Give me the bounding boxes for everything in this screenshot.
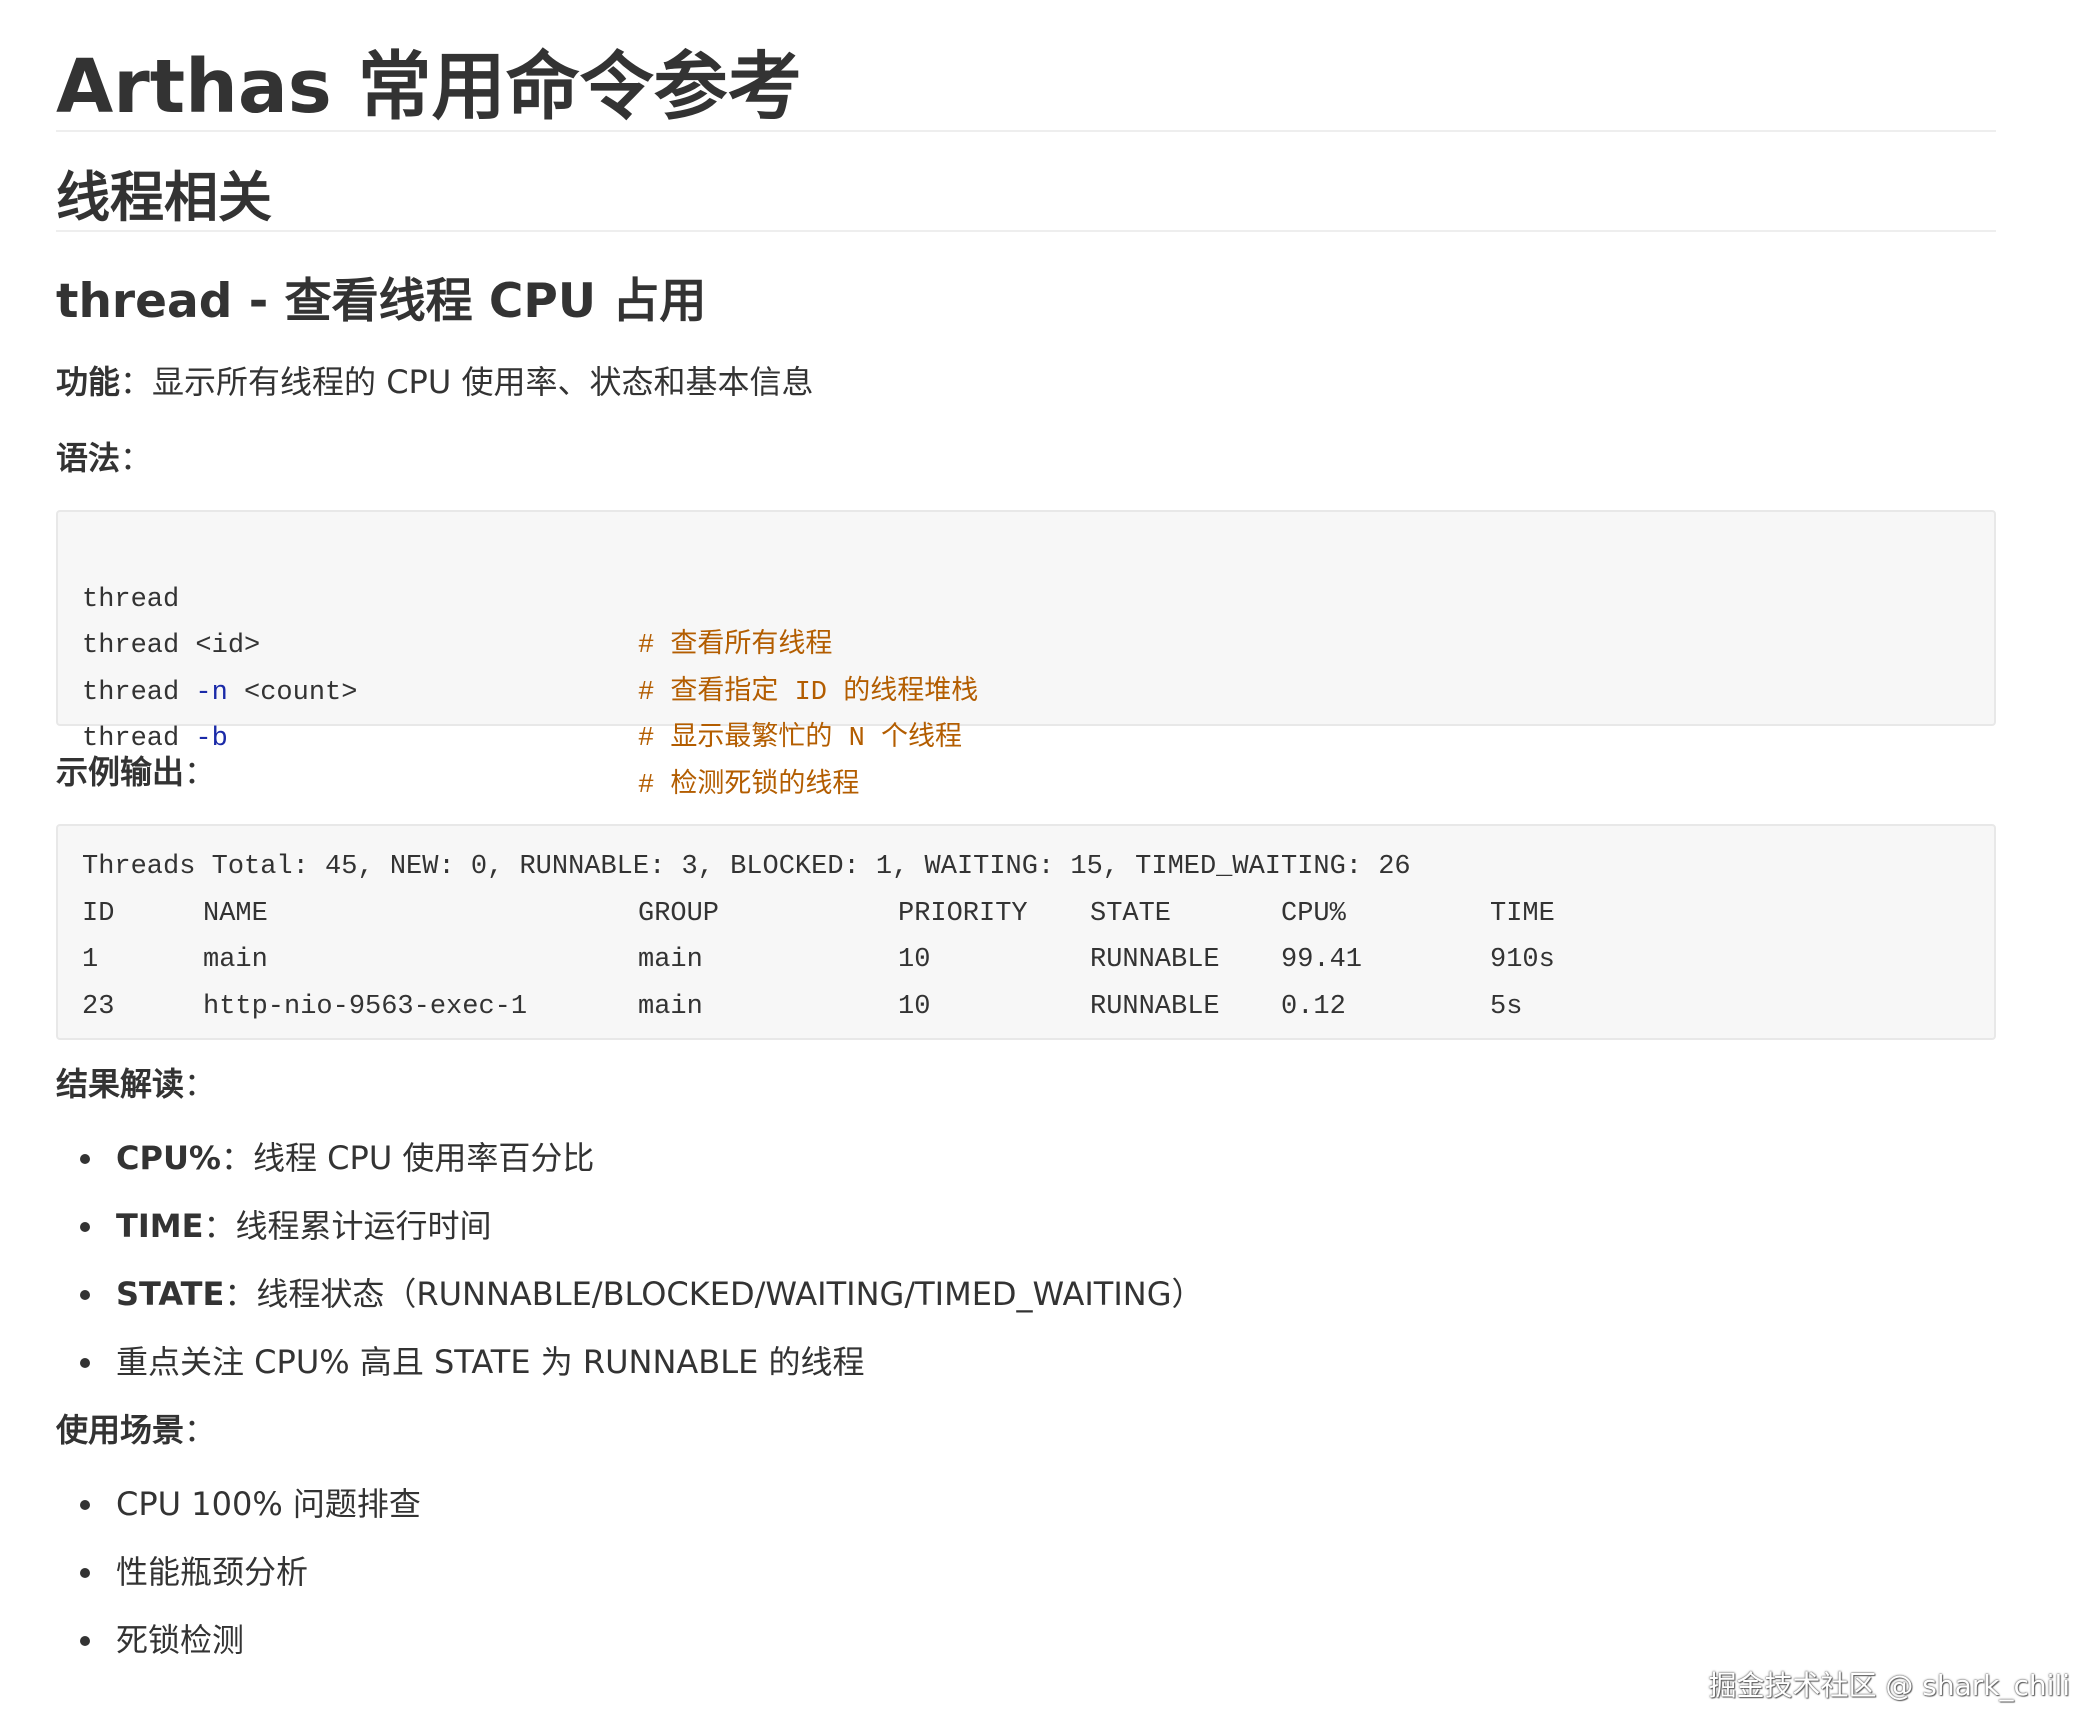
column-header: TIME <box>1490 898 1555 929</box>
output-cell: main <box>638 945 703 975</box>
output-cell: main <box>638 991 703 1022</box>
example-output-block: Threads Total: 45, NEW: 0, RUNNABLE: 3, … <box>56 824 1996 1040</box>
usage-sep: ： <box>184 1411 217 1449</box>
list-item: 重点关注 CPU% 高且 STATE 为 RUNNABLE 的线程 <box>56 1340 1996 1408</box>
code-line: thread <id> # 查看指定 ID 的线程堆栈 <box>82 577 1970 708</box>
bullet-icon <box>80 1568 90 1578</box>
column-header: GROUP <box>638 898 720 929</box>
output-cell: RUNNABLE <box>1090 945 1220 975</box>
code-comment: # 检测死锁的线程 <box>638 770 860 801</box>
syntax-paragraph: 语法： <box>56 436 1996 480</box>
output-cell: 99.41 <box>1281 945 1363 975</box>
output-row: 23 http-nio-9563-exec-1 main 10 RUNNABLE… <box>82 984 1970 1031</box>
code-line: thread -b # 检测死锁的线程 <box>82 670 1970 801</box>
feature-sep: ： <box>120 363 153 401</box>
code-line: thread -n <count> # 显示最繁忙的 N 个线程 <box>82 623 1970 755</box>
output-cell: main <box>203 945 268 975</box>
column-header: ID <box>82 898 115 929</box>
list-item: TIME：线程累计运行时间 <box>56 1204 1996 1272</box>
code-command: thread <box>82 724 196 754</box>
usage-label: 使用场景 <box>56 1411 185 1449</box>
list-item: CPU%：线程 CPU 使用率百分比 <box>56 1136 1996 1204</box>
output-row: 1 main main 10 RUNNABLE 99.41 910s <box>82 937 1970 984</box>
column-header: CPU% <box>1281 898 1346 929</box>
list-item: 死锁检测 <box>56 1618 1996 1686</box>
feature-text: 显示所有线程的 CPU 使用率、状态和基本信息 <box>152 363 814 401</box>
usage-paragraph: 使用场景： <box>56 1408 1996 1452</box>
example-paragraph: 示例输出： <box>56 750 1996 794</box>
output-cell: 910s <box>1490 945 1555 975</box>
document: Arthas 常用命令参考 线程相关 thread - 查看线程 CPU 占用 … <box>56 0 1996 1686</box>
subsection-heading: thread - 查看线程 CPU 占用 <box>56 274 707 329</box>
bullet-icon <box>80 1154 90 1164</box>
page-title: Arthas 常用命令参考 <box>56 0 1996 132</box>
code-flag: -b <box>195 724 228 754</box>
syntax-label: 语法 <box>56 439 121 477</box>
list-item: 性能瓶颈分析 <box>56 1550 1996 1618</box>
bullet-icon <box>80 1500 90 1510</box>
interpretation-list: CPU%：线程 CPU 使用率百分比 TIME：线程累计运行时间 STATE：线… <box>56 1136 1996 1408</box>
interpretation-paragraph: 结果解读： <box>56 1062 1996 1106</box>
section-heading: 线程相关 <box>56 166 1996 232</box>
code-comment: # 显示最繁忙的 N 个线程 <box>638 724 963 754</box>
list-item: CPU 100% 问题排查 <box>56 1482 1996 1550</box>
feature-paragraph: 功能：显示所有线程的 CPU 使用率、状态和基本信息 <box>56 360 1996 404</box>
output-cell: 5s <box>1490 991 1523 1022</box>
output-header-row: ID NAME GROUP PRIORITY STATE CPU% TIME <box>82 891 1970 938</box>
output-cell: 10 <box>898 991 931 1022</box>
bullet-icon <box>80 1358 90 1368</box>
column-header: NAME <box>203 898 268 929</box>
output-cell: RUNNABLE <box>1090 991 1220 1022</box>
bullet-icon <box>80 1290 90 1300</box>
list-item: STATE：线程状态（RUNNABLE/BLOCKED/WAITING/TIME… <box>56 1272 1996 1340</box>
output-cell: 23 <box>82 991 115 1022</box>
watermark: 掘金技术社区 @ shark_chili <box>1708 1669 2071 1702</box>
output-cell: http-nio-9563-exec-1 <box>203 991 528 1022</box>
bullet-icon <box>80 1636 90 1646</box>
output-cell: 0.12 <box>1281 991 1346 1022</box>
output-cell: 10 <box>898 945 931 975</box>
feature-label: 功能 <box>56 363 121 401</box>
output-cell: 1 <box>82 945 99 975</box>
syntax-sep: ： <box>120 439 153 477</box>
code-line: thread # 查看所有线程 <box>82 530 1970 662</box>
output-summary: Threads Total: 45, NEW: 0, RUNNABLE: 3, … <box>82 852 1411 882</box>
syntax-code-block: thread # 查看所有线程 thread <id> # 查看指定 ID 的线… <box>56 510 1996 801</box>
bullet-icon <box>80 1222 90 1232</box>
column-header: PRIORITY <box>898 898 1028 929</box>
usage-list: CPU 100% 问题排查 性能瓶颈分析 死锁检测 <box>56 1482 1996 1686</box>
interpretation-sep: ： <box>184 1065 217 1103</box>
column-header: STATE <box>1090 898 1172 929</box>
